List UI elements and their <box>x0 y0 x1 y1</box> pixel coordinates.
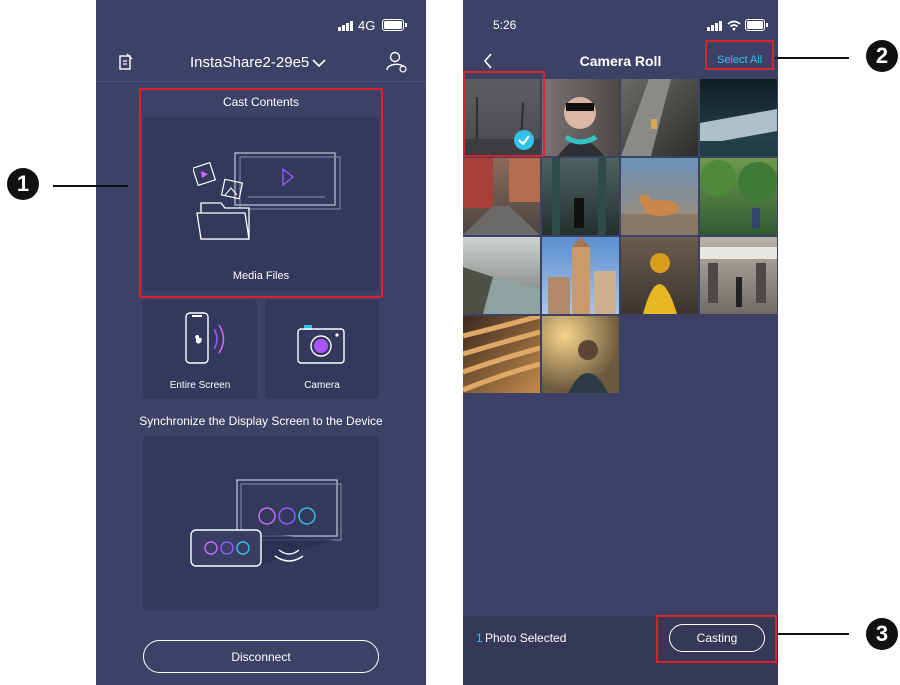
disconnect-label: Disconnect <box>231 650 291 664</box>
dog-photo <box>621 194 698 235</box>
device-title: InstaShare2-29e5 <box>190 54 310 71</box>
city-street-photo <box>463 158 540 235</box>
callout-3-leader <box>777 633 849 635</box>
photo-thumbnail[interactable] <box>700 79 777 156</box>
camera-card[interactable]: Camera <box>265 300 379 399</box>
wifi-icon <box>727 20 741 31</box>
building-curves-photo <box>463 316 540 393</box>
callout-1-leader <box>53 185 128 187</box>
person-photo <box>558 97 604 156</box>
camera-roll-screen: 5:26 Camera Roll Select All 1 Photo Sele… <box>463 0 778 685</box>
camera-label: Camera <box>304 380 340 391</box>
user-settings-icon[interactable] <box>386 51 408 73</box>
sync-heading: Synchronize the Display Screen to the De… <box>139 414 383 428</box>
photo-thumbnail[interactable] <box>621 237 698 314</box>
highlight-box-selected-photo <box>463 71 545 157</box>
chevron-down-icon <box>312 59 326 68</box>
callout-2-leader <box>775 57 849 59</box>
clock: 5:26 <box>493 18 517 32</box>
network-label: 4G <box>358 18 376 33</box>
disconnect-button[interactable]: Disconnect <box>143 640 379 673</box>
edit-icon[interactable] <box>118 53 134 71</box>
header-divider <box>96 81 426 82</box>
photo-thumbnail[interactable] <box>621 79 698 156</box>
photo-thumbnail[interactable] <box>542 237 619 314</box>
road-photo <box>621 79 671 156</box>
photo-thumbnail[interactable] <box>463 237 540 314</box>
highlight-box-casting <box>656 615 777 663</box>
entire-screen-label: Entire Screen <box>169 380 231 391</box>
camera-icon <box>297 325 345 364</box>
sunlit-portrait-photo <box>568 340 608 393</box>
selected-text: Photo Selected <box>485 631 567 645</box>
photo-thumbnail[interactable] <box>700 158 777 235</box>
photo-thumbnail[interactable] <box>700 237 777 314</box>
selected-count: 1 <box>476 631 483 645</box>
entire-screen-card[interactable]: Entire Screen <box>143 300 257 399</box>
coast-photo <box>463 267 540 314</box>
signal-icon <box>707 21 722 31</box>
signal-icon <box>338 21 353 31</box>
yellow-coat-photo <box>643 253 677 314</box>
device-selector[interactable]: InstaShare2-29e5 <box>186 53 336 73</box>
subway-photo <box>552 158 606 235</box>
apple-icon <box>195 335 202 344</box>
sync-display-card[interactable] <box>143 436 379 610</box>
callout-1: 1 <box>7 168 39 200</box>
battery-icon <box>382 19 407 31</box>
waterfall-photo <box>700 109 777 156</box>
battery-icon <box>745 19 768 31</box>
photo-thumbnail[interactable] <box>542 158 619 235</box>
callout-2: 2 <box>866 40 898 72</box>
park-photo <box>700 160 777 228</box>
photo-thumbnail[interactable] <box>621 158 698 235</box>
photo-thumbnail[interactable] <box>542 316 619 393</box>
sync-display-illustration <box>190 479 342 568</box>
tower-photo <box>548 237 616 314</box>
entire-screen-icon <box>185 312 225 364</box>
bank-photo <box>700 247 777 307</box>
photo-thumbnail[interactable] <box>463 158 540 235</box>
callout-3: 3 <box>866 618 898 650</box>
home-screen: 4G InstaShare2-29e5 Cast Contents Media … <box>96 0 426 685</box>
photo-thumbnail[interactable] <box>463 316 540 393</box>
photo-thumbnail[interactable] <box>542 79 619 156</box>
status-bar: 4G <box>96 0 426 50</box>
highlight-box-cast-contents <box>139 88 383 298</box>
highlight-box-select-all <box>705 40 774 70</box>
